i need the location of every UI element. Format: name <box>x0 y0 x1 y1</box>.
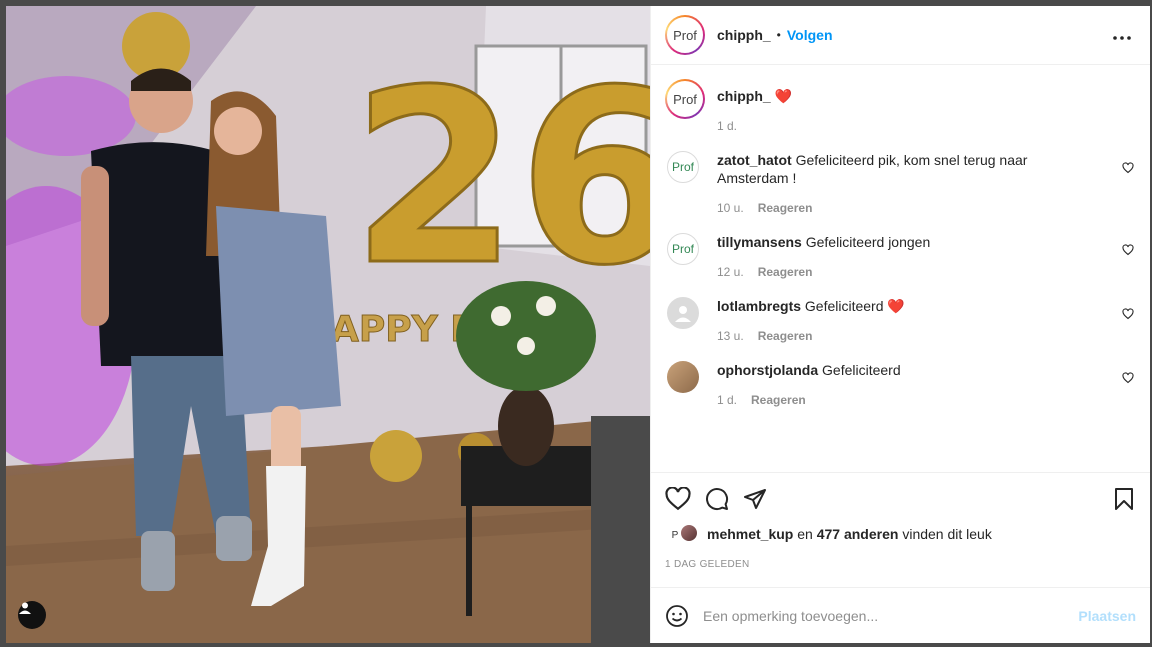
comment-input[interactable] <box>703 607 1079 624</box>
likes-summary: P mehmet_kup en 477 anderen vinden dit l… <box>665 523 1134 545</box>
caption-avatar-text: Prof <box>667 81 703 117</box>
comment-item: Prof zatot_hatot Gefeliciteerd pik, kom … <box>665 151 1136 217</box>
caption-avatar[interactable]: Prof <box>665 79 705 119</box>
comment-username[interactable]: ophorstjolanda <box>717 362 818 378</box>
likes-count[interactable]: 477 anderen <box>817 526 899 542</box>
reply-button[interactable]: Reageren <box>751 393 806 407</box>
comment-avatar[interactable]: Prof <box>667 233 699 265</box>
comment-like-icon[interactable] <box>1122 243 1134 261</box>
photo-illustration: 26 APPY BI <box>6 6 650 643</box>
comment-username[interactable]: lotlambregts <box>717 298 801 314</box>
author-username[interactable]: chipph_ <box>717 27 771 43</box>
liker-username[interactable]: mehmet_kup <box>707 526 793 542</box>
reply-button[interactable]: Reageren <box>758 329 813 343</box>
comment-avatar[interactable]: Prof <box>667 151 699 183</box>
comment-avatar[interactable] <box>667 361 699 393</box>
author-avatar-text: Prof <box>667 17 703 53</box>
add-comment-bar: Plaatsen <box>651 587 1150 643</box>
comment-like-icon[interactable] <box>1122 371 1134 389</box>
more-options-icon[interactable] <box>1108 25 1136 46</box>
comments-list[interactable]: Prof chipph_ ❤️ 1 d. Prof zatot_hatot Ge… <box>651 65 1150 472</box>
caption-text: ❤️ <box>774 88 792 104</box>
comment-time: 12 u. <box>717 265 744 279</box>
comment-like-icon[interactable] <box>1122 161 1134 179</box>
post-modal: 26 APPY BI Prof chipph_ • Volgen Prof ch… <box>6 6 1150 643</box>
post-photo[interactable]: 26 APPY BI <box>6 6 650 643</box>
liker-avatar-photo <box>679 523 699 543</box>
comment-avatar[interactable] <box>667 297 699 329</box>
bookmark-icon[interactable] <box>1114 487 1134 511</box>
comment-like-icon[interactable] <box>1122 307 1134 325</box>
reply-button[interactable]: Reageren <box>758 201 813 215</box>
comment-icon[interactable] <box>705 487 729 511</box>
comment-item: Prof tillymansens Gefeliciteerd jongen 1… <box>665 233 1136 281</box>
likes-connector: en <box>797 526 813 542</box>
tagged-users-icon[interactable] <box>18 601 46 629</box>
comment-time: 10 u. <box>717 201 744 215</box>
author-avatar[interactable]: Prof <box>665 15 705 55</box>
caption-username[interactable]: chipph_ <box>717 88 771 104</box>
caption-time: 1 d. <box>717 119 738 133</box>
liker-avatars[interactable]: P <box>665 523 705 545</box>
comment-text: Gefeliciteerd jongen <box>805 234 931 250</box>
like-icon[interactable] <box>665 487 691 511</box>
post-timestamp[interactable]: 1 DAG GELEDEN <box>665 559 1134 570</box>
comment-item: ophorstjolanda Gefeliciteerd 1 d. Reagere… <box>665 361 1136 409</box>
post-header: Prof chipph_ • Volgen <box>651 6 1150 65</box>
follow-button[interactable]: Volgen <box>787 27 833 43</box>
comment-time: 13 u. <box>717 329 744 343</box>
default-avatar-icon <box>675 306 691 322</box>
post-caption: Prof chipph_ ❤️ 1 d. <box>665 79 1136 135</box>
likes-suffix: vinden dit leuk <box>902 526 992 542</box>
comment-username[interactable]: zatot_hatot <box>717 152 792 168</box>
post-side-panel: Prof chipph_ • Volgen Prof chipph_ ❤️ 1 … <box>650 6 1150 643</box>
comment-time: 1 d. <box>717 393 738 407</box>
comment-item: lotlambregts Gefeliciteerd ❤️ 13 u. Reage… <box>665 297 1136 345</box>
reply-button[interactable]: Reageren <box>758 265 813 279</box>
comment-text: Gefeliciteerd ❤️ <box>804 298 905 314</box>
header-separator: • <box>776 28 781 42</box>
post-comment-button[interactable]: Plaatsen <box>1078 608 1136 624</box>
post-actions: P mehmet_kup en 477 anderen vinden dit l… <box>651 472 1150 587</box>
share-icon[interactable] <box>743 487 767 511</box>
comment-text: Gefeliciteerd <box>822 362 901 378</box>
comment-username[interactable]: tillymansens <box>717 234 802 250</box>
emoji-icon[interactable] <box>665 604 689 628</box>
balloon-number: 26 <box>351 38 650 318</box>
